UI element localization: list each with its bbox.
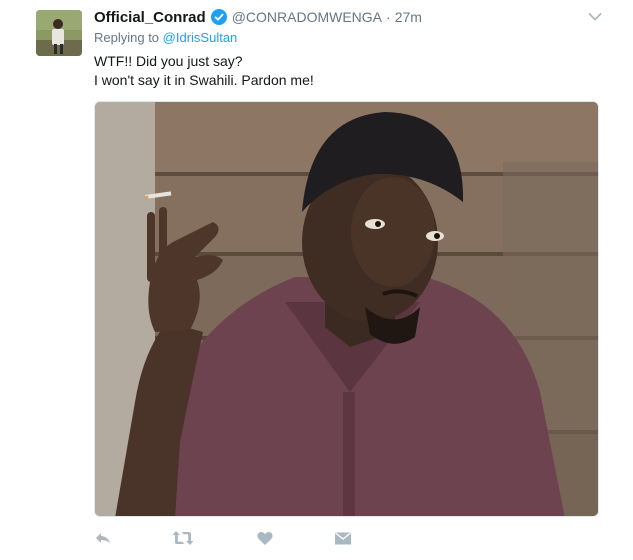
reply-icon — [94, 530, 112, 546]
tweet-header: Official_Conrad @CONRADOMWENGA · 27m — [94, 6, 422, 28]
retweet-icon — [172, 530, 194, 546]
tweet-photo[interactable] — [94, 101, 599, 517]
photo-image — [95, 102, 598, 516]
separator-dot: · — [386, 9, 391, 25]
retweet-button[interactable] — [172, 528, 194, 548]
avatar-image — [36, 10, 82, 56]
reply-mention-link[interactable]: @IdrisSultan — [163, 30, 238, 45]
direct-message-button[interactable] — [334, 528, 352, 548]
replying-to: Replying to @IdrisSultan — [94, 30, 237, 45]
tweet-actions — [94, 528, 394, 550]
tweet-text: WTF!! Did you just say? I won't say it i… — [94, 52, 314, 90]
direct-message-icon — [334, 531, 352, 546]
reply-button[interactable] — [94, 528, 112, 548]
chevron-down-icon[interactable] — [588, 9, 602, 21]
user-handle[interactable]: @CONRADOMWENGA — [232, 9, 382, 25]
like-button[interactable] — [257, 528, 273, 548]
tweet: Official_Conrad @CONRADOMWENGA · 27m Rep… — [0, 0, 633, 560]
avatar[interactable] — [36, 10, 82, 56]
heart-icon — [257, 531, 273, 546]
timestamp[interactable]: 27m — [395, 9, 422, 25]
tweet-text-line: I won't say it in Swahili. Pardon me! — [94, 72, 314, 88]
display-name[interactable]: Official_Conrad — [94, 9, 206, 26]
replying-to-label: Replying to — [94, 30, 163, 45]
tweet-text-line: WTF!! Did you just say? — [94, 53, 243, 69]
verified-badge-icon — [210, 9, 227, 25]
